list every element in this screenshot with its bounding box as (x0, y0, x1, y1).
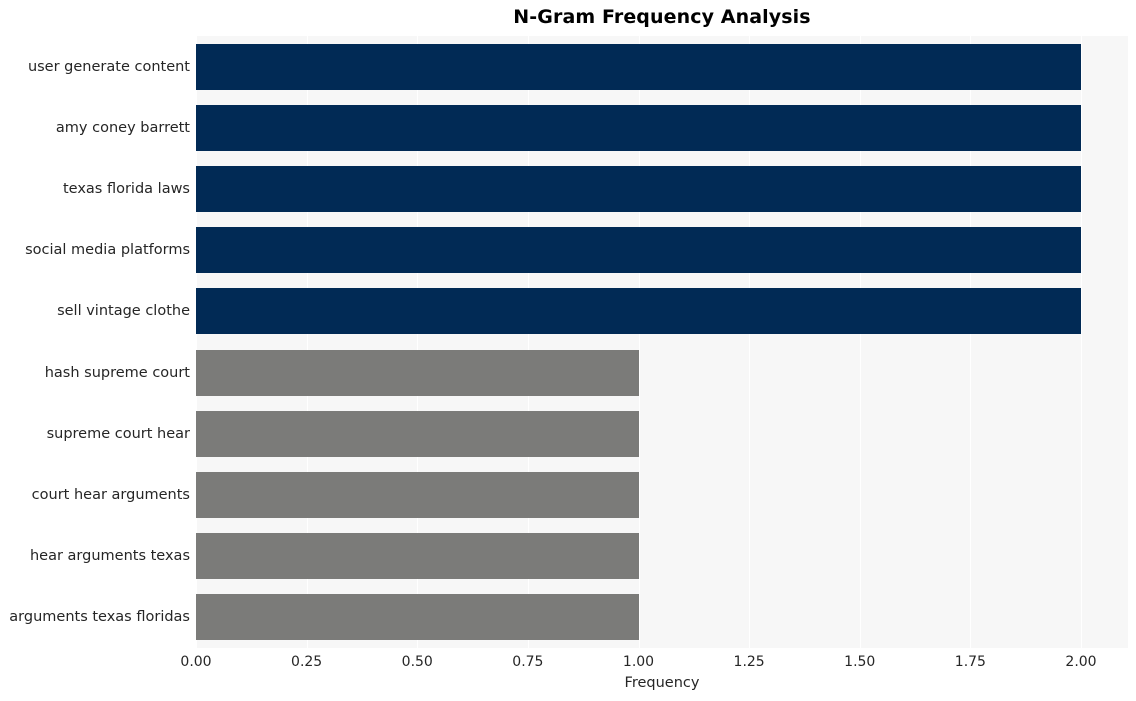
x-axis-label: Frequency (624, 675, 700, 691)
y-axis-tick-label: supreme court hear (46, 425, 190, 442)
y-axis-tick-label: social media platforms (25, 242, 190, 259)
bar (196, 166, 1081, 212)
y-axis-tick-label: arguments texas floridas (9, 609, 190, 626)
chart-title: N-Gram Frequency Analysis (513, 6, 811, 28)
y-axis-tick-label: court hear arguments (31, 487, 190, 503)
x-axis-tick-label: 1.25 (733, 654, 765, 670)
x-axis-tick-label: 0.75 (512, 654, 544, 670)
x-axis-tick-label: 0.00 (180, 654, 212, 670)
y-axis-tick-label: texas florida laws (62, 181, 190, 197)
gridline-vertical (1081, 36, 1083, 648)
y-axis-tick-label: hash supreme court (44, 364, 190, 381)
bar (196, 472, 639, 518)
bar (196, 104, 1081, 151)
y-axis-tick-label: sell vintage clothe (57, 303, 190, 320)
x-axis-tick-label: 1.00 (622, 654, 655, 670)
plot-area (196, 36, 1128, 648)
x-axis-tick-label: 1.75 (954, 654, 986, 670)
y-axis-tick-label: hear arguments texas (29, 548, 190, 565)
x-axis-tick-label: 2.00 (1065, 654, 1097, 670)
bar (196, 594, 639, 641)
bar (196, 349, 639, 396)
bar (196, 43, 1081, 90)
x-axis-tick-label: 1.50 (844, 654, 876, 670)
x-axis-tick-label: 0.50 (401, 654, 433, 670)
bar (196, 533, 639, 580)
bar (196, 410, 639, 457)
y-axis-tick-label: amy coney barrett (55, 119, 190, 136)
chart-figure: N-Gram Frequency Analysis user generate … (0, 0, 1136, 701)
bar (196, 227, 1081, 274)
x-axis-tick-label: 0.25 (291, 654, 323, 670)
bar (196, 288, 1081, 335)
y-axis-tick-label: user generate content (27, 58, 190, 75)
